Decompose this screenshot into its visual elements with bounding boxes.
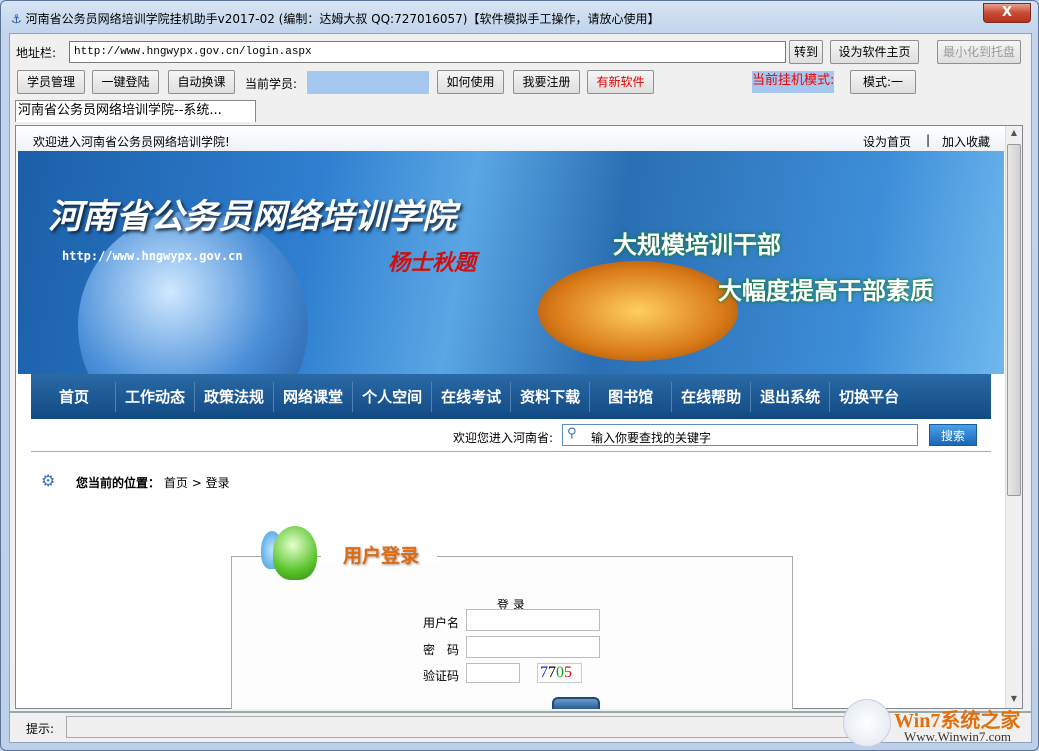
username-label: 用户名: [423, 614, 459, 631]
nav-item[interactable]: 首页: [31, 382, 116, 412]
breadcrumb-home[interactable]: 首页: [164, 476, 188, 490]
student-mgmt-button[interactable]: 学员管理: [17, 70, 85, 94]
status-text: [66, 716, 866, 738]
status-label: 提示:: [26, 720, 54, 737]
window-title: ⚓ 河南省公务员网络培训学院挂机助手v2017-02 (编制：达姆大叔 QQ:7…: [11, 10, 659, 27]
search-button[interactable]: 搜索: [929, 424, 977, 446]
login-box-title: 用户登录: [343, 541, 419, 568]
current-student-label: 当前学员:: [245, 75, 297, 92]
login-box: [231, 556, 793, 709]
password-input[interactable]: [466, 636, 600, 658]
nav-item[interactable]: 工作动态: [116, 382, 195, 412]
site-nav: 首页 工作动态 政策法规 网络课堂 个人空间 在线考试 资料下载 图书馆 在线帮…: [31, 374, 991, 419]
login-submit-button[interactable]: [552, 697, 600, 709]
mode-button[interactable]: 模式:一: [850, 70, 916, 94]
nav-item[interactable]: 在线考试: [432, 382, 511, 412]
theater-image: [538, 261, 738, 361]
username-input[interactable]: [466, 609, 600, 631]
close-button[interactable]: X: [983, 3, 1031, 23]
search-placeholder: 输入你要查找的关键字: [591, 429, 711, 446]
go-button[interactable]: 转到: [789, 40, 823, 64]
register-button[interactable]: 我要注册: [513, 70, 580, 94]
one-click-login-button[interactable]: 一键登陆: [92, 70, 159, 94]
banner-slogan-2: 大幅度提高干部素质: [718, 271, 934, 306]
captcha-char: 7: [540, 664, 548, 681]
how-to-use-button[interactable]: 如何使用: [437, 70, 504, 94]
address-label: 地址栏:: [16, 44, 56, 61]
nav-item[interactable]: 图书馆: [590, 382, 672, 412]
mode-label: 当前挂机模式:: [752, 71, 834, 93]
set-home-link[interactable]: 设为首页: [863, 133, 911, 150]
scrollbar[interactable]: ▲ ▼: [1005, 126, 1022, 708]
nav-item[interactable]: 政策法规: [195, 382, 274, 412]
nav-item[interactable]: 切换平台: [830, 382, 908, 412]
captcha-input[interactable]: [466, 663, 520, 683]
nav-item[interactable]: 资料下载: [511, 382, 590, 412]
captcha-image[interactable]: 7705: [537, 663, 582, 683]
banner-title: 河南省公务员网络培训学院: [48, 189, 456, 238]
banner-calligraphy: 杨士秋题: [388, 245, 476, 277]
app-window: ⚓ 河南省公务员网络培训学院挂机助手v2017-02 (编制：达姆大叔 QQ:7…: [0, 0, 1039, 751]
address-input[interactable]: http://www.hngwypx.gov.cn/login.aspx: [69, 41, 786, 63]
minimize-tray-button[interactable]: 最小化到托盘: [937, 40, 1021, 64]
divider: [31, 451, 991, 452]
current-student-value: [307, 71, 429, 94]
scroll-thumb[interactable]: [1007, 144, 1021, 496]
search-input[interactable]: ⚲ 输入你要查找的关键字: [562, 424, 918, 446]
banner-slogan-1: 大规模培训干部: [613, 225, 781, 260]
tab-site[interactable]: 河南省公务员网络培训学院--系统...: [15, 100, 256, 122]
password-label: 密 码: [423, 641, 459, 658]
nav-item[interactable]: 个人空间: [353, 382, 432, 412]
new-software-button[interactable]: 有新软件: [587, 70, 654, 94]
add-favorite-link[interactable]: 加入收藏: [942, 133, 990, 150]
captcha-char: 7: [548, 664, 556, 681]
gear-icon: ⚙: [41, 471, 55, 490]
captcha-label: 验证码: [423, 667, 459, 684]
breadcrumb-label: 您当前的位置: [76, 476, 148, 490]
windows-logo-icon: [843, 699, 891, 747]
search-icon: ⚲: [567, 426, 577, 441]
user-icon-green: [273, 526, 317, 580]
site-welcome: 欢迎进入河南省公务员网络培训学院!: [33, 133, 230, 150]
breadcrumb: 您当前的位置： 首页 > 登录: [76, 474, 230, 491]
nav-item[interactable]: 网络课堂: [274, 382, 353, 412]
nav-item[interactable]: 退出系统: [751, 382, 830, 412]
captcha-char: 5: [564, 664, 572, 681]
auto-switch-button[interactable]: 自动换课: [168, 70, 235, 94]
anchor-icon: ⚓: [11, 12, 22, 26]
separator: |: [926, 133, 930, 147]
breadcrumb-arrow: >: [192, 476, 202, 490]
banner-url: http://www.hngwypx.gov.cn: [62, 249, 243, 263]
breadcrumb-current: 登录: [206, 476, 230, 490]
scroll-up-icon[interactable]: ▲: [1006, 128, 1022, 137]
breadcrumb-colon: ：: [148, 476, 160, 490]
watermark-url: Www.Winwin7.com: [904, 729, 1011, 745]
search-label: 欢迎您进入河南省:: [453, 429, 553, 446]
site-banner: 河南省公务员网络培训学院 http://www.hngwypx.gov.cn 杨…: [18, 151, 1004, 374]
nav-item[interactable]: 在线帮助: [672, 382, 751, 412]
set-home-button[interactable]: 设为软件主页: [830, 40, 919, 64]
captcha-char: 0: [556, 664, 564, 681]
scroll-down-icon[interactable]: ▼: [1006, 694, 1022, 703]
site-topbar: 欢迎进入河南省公务员网络培训学院! 设为首页 | 加入收藏: [16, 126, 1006, 152]
